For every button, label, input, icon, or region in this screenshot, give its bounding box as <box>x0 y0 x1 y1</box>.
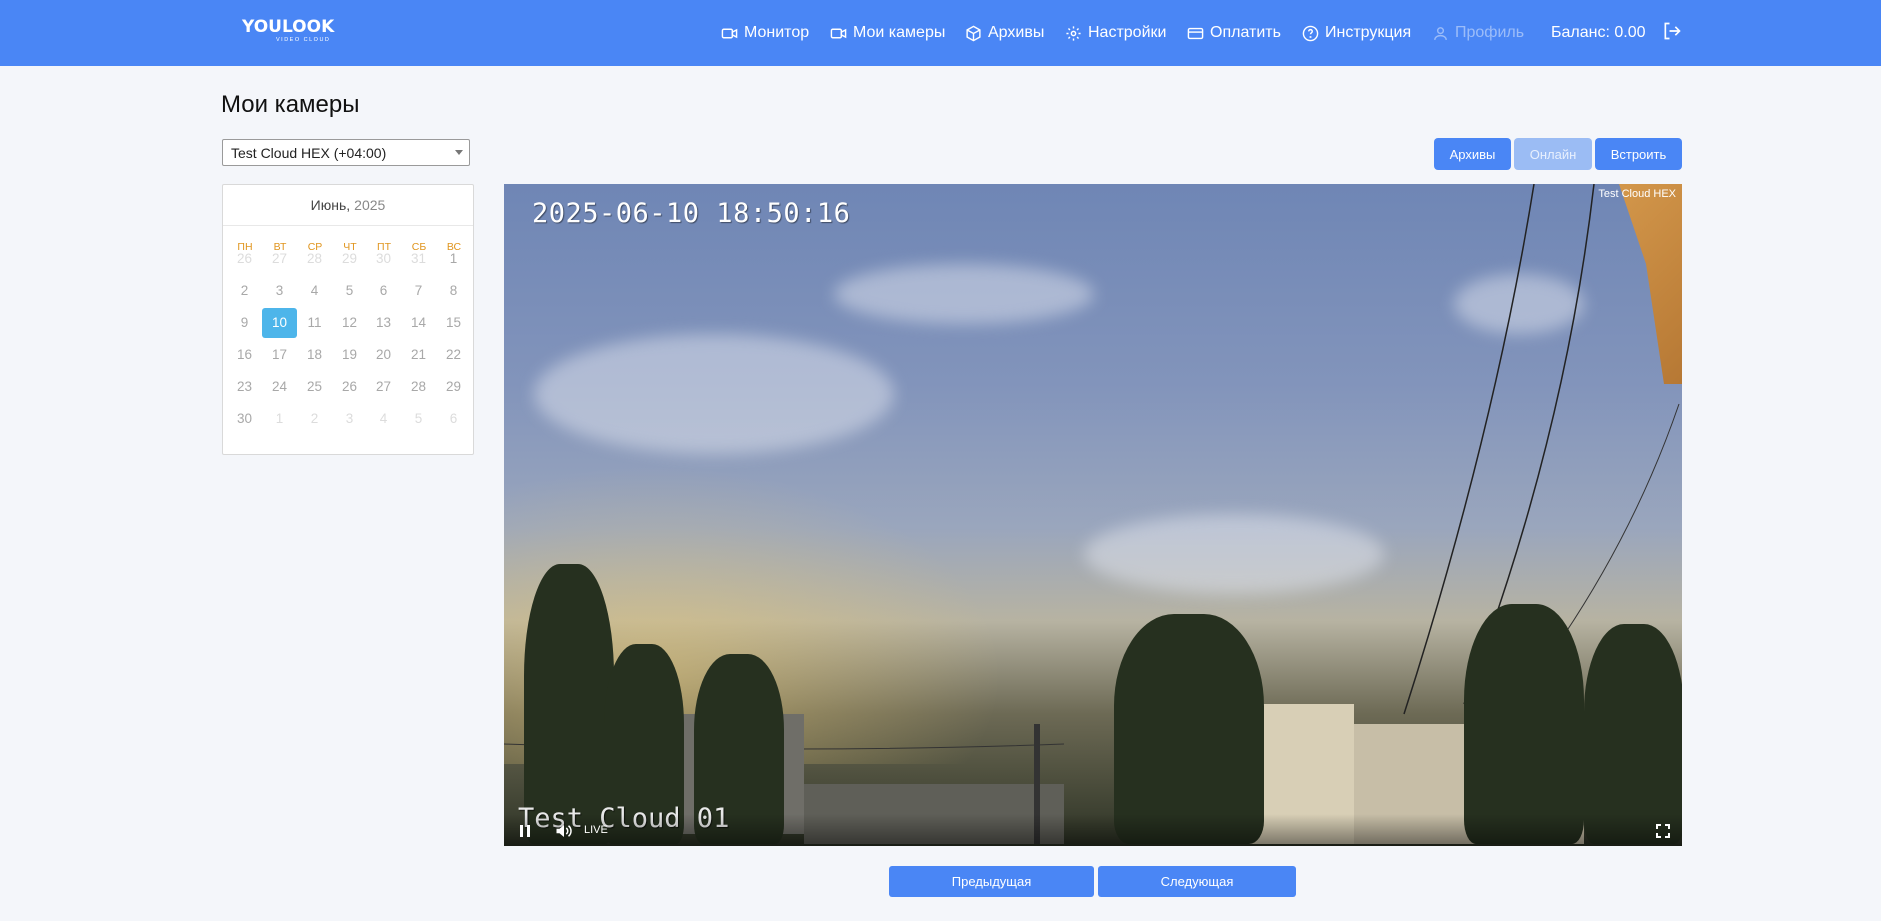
fullscreen-icon[interactable] <box>1656 824 1670 838</box>
video-frame <box>524 564 614 844</box>
calendar-day[interactable]: 20 <box>366 340 401 370</box>
nav-profile: Профиль <box>1432 0 1524 66</box>
calendar-day[interactable]: 23 <box>227 372 262 402</box>
calendar-day[interactable]: 17 <box>262 340 297 370</box>
date-calendar: Июнь, 2025 ПН ВТ СР ЧТ ПТ СБ ВС 26 27 28 29 30 31 1 2… <box>222 184 474 455</box>
calendar-month: Июнь, <box>310 197 351 213</box>
calendar-day[interactable]: 14 <box>401 308 436 338</box>
calendar-day-outside-month: 30 <box>375 251 392 266</box>
calendar-day[interactable]: 16 <box>227 340 262 370</box>
balance-display: Баланс: 0.00 <box>1551 24 1646 41</box>
calendar-day[interactable]: 1 <box>436 244 471 274</box>
chevron-down-icon <box>455 150 463 155</box>
video-frame <box>1584 624 1682 844</box>
video-frame <box>1464 604 1584 844</box>
calendar-day[interactable]: 26 <box>332 372 367 402</box>
previous-camera-button[interactable]: Предыдущая <box>889 866 1094 897</box>
nav-profile-label: Профиль <box>1455 24 1525 41</box>
video-timestamp-overlay: 2025-06-10 18:50:16 <box>532 198 851 229</box>
calendar-day-outside-month: 26 <box>236 251 253 266</box>
nav-pay[interactable]: Оплатить <box>1187 0 1281 66</box>
calendar-day[interactable]: 30 <box>227 404 262 434</box>
calendar-day-outside-month: 4 <box>379 411 388 426</box>
calendar-day[interactable]: 27 <box>366 372 401 402</box>
embed-button[interactable]: Встроить <box>1595 138 1682 170</box>
calendar-day[interactable]: 25 <box>297 372 332 402</box>
archives-button[interactable]: Архивы <box>1434 138 1511 170</box>
calendar-day-outside-month: 1 <box>275 411 284 426</box>
logout-icon[interactable] <box>1662 21 1682 41</box>
user-icon <box>1434 26 1447 40</box>
calendar-day[interactable]: 18 <box>297 340 332 370</box>
live-indicator: LIVE <box>584 824 608 836</box>
calendar-day[interactable]: 21 <box>401 340 436 370</box>
nav-monitor[interactable]: Монитор <box>721 0 809 66</box>
nav-instructions[interactable]: Инструкция <box>1302 0 1411 66</box>
help-circle-icon <box>1302 25 1319 41</box>
youlook-logo[interactable]: YOULOOK VIDEO CLOUD <box>242 17 335 47</box>
calendar-day[interactable]: 11 <box>297 308 332 338</box>
calendar-year: 2025 <box>354 197 386 213</box>
nav-instructions-label: Инструкция <box>1325 24 1412 41</box>
video-camera-icon <box>721 28 738 38</box>
calendar-day[interactable]: 15 <box>436 308 471 338</box>
calendar-day-outside-month: 31 <box>410 251 427 266</box>
calendar-day[interactable]: 6 <box>366 276 401 306</box>
gear-icon <box>1066 25 1081 41</box>
next-camera-button[interactable]: Следующая <box>1098 866 1296 897</box>
calendar-day[interactable]: 5 <box>332 276 367 306</box>
video-player[interactable]: 2025-06-10 18:50:16 Test Cloud 01 Test C… <box>504 184 1682 846</box>
nav-archives[interactable]: Архивы <box>965 0 1044 66</box>
page-title: Мои камеры <box>221 91 360 118</box>
calendar-day[interactable]: 19 <box>332 340 367 370</box>
credit-card-icon <box>1187 27 1204 39</box>
nav-my-cameras-label: Мои камеры <box>853 24 946 41</box>
calendar-day-outside-month: 3 <box>345 411 354 426</box>
logo-subtitle: VIDEO CLOUD <box>276 37 331 43</box>
calendar-day[interactable]: 2 <box>227 276 262 306</box>
calendar-day-outside-month: 6 <box>449 411 458 426</box>
calendar-day[interactable]: 3 <box>262 276 297 306</box>
nav-settings-label: Настройки <box>1088 24 1167 41</box>
nav-settings[interactable]: Настройки <box>1065 0 1166 66</box>
calendar-day[interactable]: 8 <box>436 276 471 306</box>
calendar-day-outside-month: 28 <box>306 251 323 266</box>
calendar-day[interactable]: 13 <box>366 308 401 338</box>
calendar-day[interactable]: 22 <box>436 340 471 370</box>
calendar-day[interactable]: 10 <box>262 308 297 338</box>
online-button: Онлайн <box>1514 138 1592 170</box>
logo-text: YOULOOK <box>242 17 335 37</box>
top-navigation-bar: YOULOOK VIDEO CLOUD Монитор Мои камеры А… <box>0 0 1881 66</box>
video-camera-icon <box>830 28 847 38</box>
nav-my-cameras[interactable]: Мои камеры <box>830 0 945 66</box>
calendar-day-outside-month: 2 <box>310 411 319 426</box>
calendar-day-outside-month: 5 <box>414 411 423 426</box>
pause-icon[interactable] <box>518 823 532 839</box>
volume-icon[interactable] <box>555 823 573 839</box>
calendar-header: Июнь, 2025 <box>223 185 473 226</box>
calendar-day[interactable]: 12 <box>332 308 367 338</box>
calendar-day[interactable]: 29 <box>436 372 471 402</box>
camera-select-value: Test Cloud HEX (+04:00) <box>231 145 387 161</box>
calendar-day-outside-month: 29 <box>341 251 358 266</box>
video-controls-bar: LIVE <box>504 814 1682 846</box>
camera-label: Test Cloud HEX <box>1598 188 1676 200</box>
box-icon <box>966 25 981 41</box>
calendar-day-outside-month: 27 <box>271 251 288 266</box>
calendar-day[interactable]: 24 <box>262 372 297 402</box>
nav-monitor-label: Монитор <box>744 24 810 41</box>
camera-select[interactable]: Test Cloud HEX (+04:00) <box>222 139 470 166</box>
nav-archives-label: Архивы <box>988 24 1045 41</box>
calendar-day[interactable]: 28 <box>401 372 436 402</box>
nav-pay-label: Оплатить <box>1210 24 1281 41</box>
calendar-day[interactable]: 4 <box>297 276 332 306</box>
calendar-day[interactable]: 9 <box>227 308 262 338</box>
video-frame <box>1114 614 1264 844</box>
calendar-day[interactable]: 7 <box>401 276 436 306</box>
